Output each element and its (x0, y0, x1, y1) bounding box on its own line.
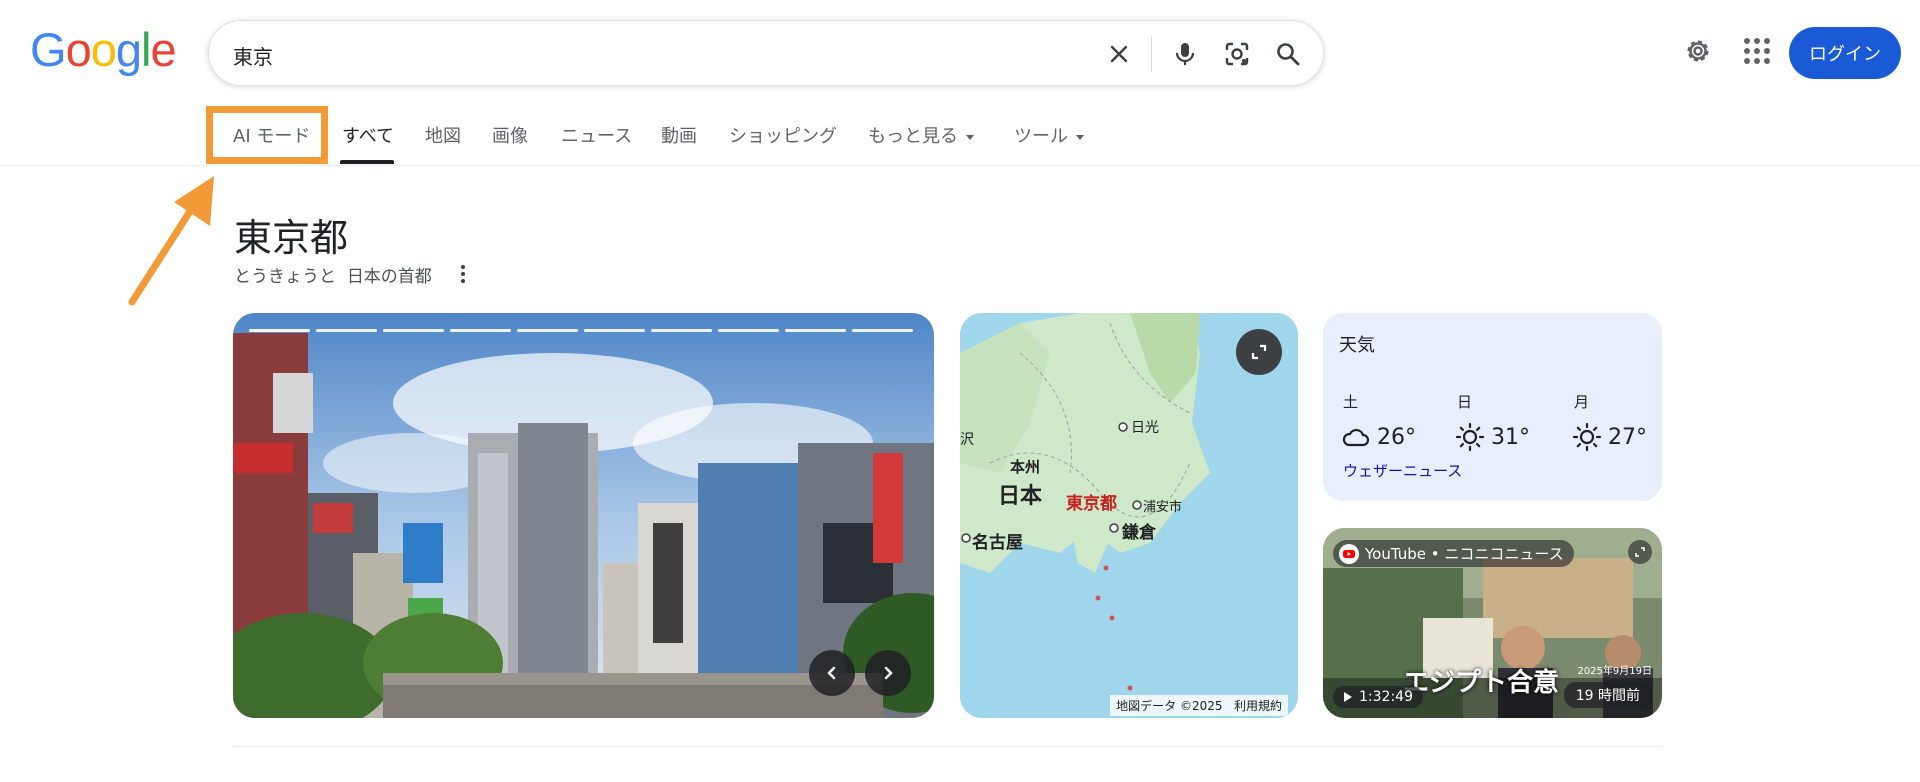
tab-tools[interactable]: ツール (1014, 122, 1084, 164)
tab-more-label: もっと見る (868, 126, 958, 147)
tab-images[interactable]: 画像 (492, 122, 528, 164)
sun-icon (1455, 422, 1487, 454)
carousel-bar (249, 329, 310, 332)
photo-carousel[interactable] (233, 313, 934, 718)
search-box[interactable]: 東京 (208, 20, 1324, 86)
apps-icon[interactable] (1742, 36, 1776, 70)
map-label-urayasu: 浦安市 (1143, 500, 1183, 515)
annotation-highlight-box (206, 106, 328, 164)
map-label-honshu: 本州 (1010, 458, 1041, 476)
map-label-tokyo: 東京都 (1066, 494, 1117, 514)
map-image (960, 313, 1298, 718)
active-tab-indicator (340, 160, 394, 164)
map-label-japan: 日本 (998, 484, 1043, 509)
expand-icon (1251, 344, 1267, 360)
play-icon (1344, 692, 1352, 702)
logo-letter: G (30, 23, 67, 76)
login-button[interactable]: ログイン (1789, 27, 1901, 79)
map-label-sawa: 沢 (960, 432, 974, 448)
tabs-divider (0, 165, 1920, 166)
carousel-bar (584, 329, 645, 332)
search-divider (1151, 36, 1152, 72)
tab-videos[interactable]: 動画 (661, 122, 697, 164)
entity-reading: とうきょうと (234, 267, 336, 287)
carousel-bar (383, 329, 444, 332)
chevron-left-icon (827, 666, 836, 680)
lens-icon[interactable] (1221, 38, 1253, 70)
tab-shopping[interactable]: ショッピング (729, 122, 837, 164)
carousel-bar (718, 329, 779, 332)
logo-letter: e (150, 23, 176, 76)
carousel-prev-button[interactable] (809, 650, 855, 696)
carousel-bar (316, 329, 377, 332)
carousel-bar (785, 329, 846, 332)
logo-letter: o (90, 23, 117, 76)
weather-day-label: 日 (1457, 393, 1473, 411)
map-label-kamakura: 鎌倉 (1122, 523, 1156, 543)
clear-icon[interactable] (1103, 38, 1135, 70)
carousel-progress (249, 329, 913, 332)
weather-temp: 31° (1491, 425, 1530, 450)
tab-news[interactable]: ニュース (561, 122, 632, 164)
video-age-badge: 19 時間前 (1563, 682, 1652, 708)
tab-maps[interactable]: 地図 (425, 122, 461, 164)
carousel-bar (450, 329, 511, 332)
tab-tools-label: ツール (1014, 126, 1068, 147)
section-divider (233, 746, 1662, 747)
map-terms-link[interactable]: 利用規約 (1234, 699, 1282, 713)
logo-letter: o (65, 23, 92, 76)
carousel-next-button[interactable] (865, 650, 911, 696)
video-duration-badge: 1:32:49 (1333, 686, 1423, 708)
carousel-bar (517, 329, 578, 332)
search-icon[interactable] (1272, 38, 1304, 70)
map-card[interactable]: 日光 本州 日本 東京都 浦安市 鎌倉 名古屋 沢 地図データ ©2025 利用… (960, 313, 1298, 718)
entity-description: 日本の首都 (346, 267, 432, 287)
more-options-icon[interactable] (454, 262, 472, 286)
map-attribution: 地図データ ©2025 利用規約 (1110, 695, 1288, 716)
chevron-down-icon (1076, 134, 1084, 140)
tab-more[interactable]: もっと見る (868, 122, 974, 164)
weather-card[interactable]: 天気 土 26° 日 31° 月 27° ウェザーニュース (1323, 313, 1662, 501)
settings-icon[interactable] (1681, 34, 1715, 68)
weather-news-link[interactable]: ウェザーニュース (1343, 460, 1462, 481)
weather-temp: 26° (1377, 425, 1416, 450)
video-expand-icon[interactable] (1628, 540, 1652, 564)
chevron-down-icon (966, 134, 974, 140)
mic-icon[interactable] (1169, 38, 1201, 70)
weather-title: 天気 (1339, 335, 1375, 356)
cloud-icon (1341, 422, 1373, 454)
tab-all[interactable]: すべて (342, 122, 394, 164)
chevron-right-icon (884, 666, 893, 680)
video-card[interactable]: エジプト合意 2025年9月19日 YouTube • ニコニコニュース 1:3… (1323, 528, 1662, 718)
youtube-icon (1339, 543, 1359, 564)
sun-icon (1572, 422, 1604, 454)
map-expand-button[interactable] (1236, 329, 1282, 375)
weather-day-label: 月 (1574, 393, 1590, 411)
entity-subtitle: とうきょうと 日本の首都 (234, 262, 432, 287)
entity-title: 東京都 (234, 216, 349, 260)
map-label-nikko: 日光 (1131, 420, 1159, 436)
map-data-credit: 地図データ ©2025 (1116, 699, 1223, 713)
annotation-arrow-icon (128, 176, 214, 306)
map-label-nagoya: 名古屋 (972, 533, 1023, 553)
video-date-overlay: 2025年9月19日 (1577, 666, 1652, 677)
video-source-label: YouTube • ニコニコニュース (1365, 545, 1564, 563)
weather-temp: 27° (1608, 425, 1647, 450)
carousel-bar (852, 329, 913, 332)
video-caption-overlay: エジプト合意 (1403, 668, 1560, 698)
video-duration: 1:32:49 (1359, 689, 1413, 705)
weather-day-label: 土 (1343, 393, 1359, 411)
google-logo[interactable]: Google (30, 23, 177, 76)
carousel-bar (651, 329, 712, 332)
logo-letter: g (115, 23, 142, 76)
video-source-badge: YouTube • ニコニコニュース (1333, 540, 1574, 567)
search-input[interactable]: 東京 (233, 41, 273, 70)
